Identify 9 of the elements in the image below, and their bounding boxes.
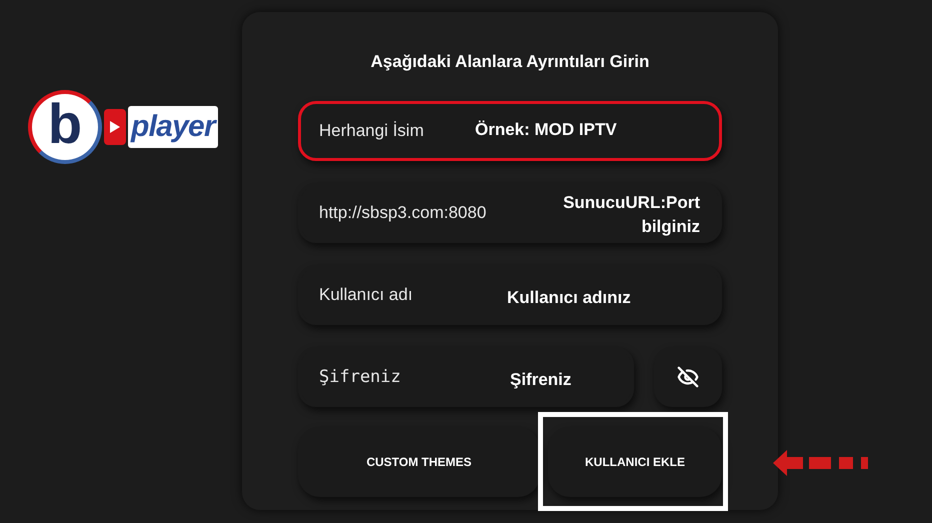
eye-off-icon: [677, 366, 699, 388]
app-logo: b player: [28, 90, 242, 164]
annotation-text: Şifreniz: [510, 369, 572, 391]
annotation-text: Kullanıcı adınız: [507, 287, 631, 309]
action-button[interactable]: CUSTOM THEMES: [298, 427, 540, 497]
action-button[interactable]: KULLANICI EKLE: [548, 427, 722, 497]
form-title: Aşağıdaki Alanlara Ayrıntıları Girin: [370, 51, 650, 73]
annotation-text: SunucuURL:Port bilginiz: [562, 192, 700, 238]
annotation-text: Örnek: MOD IPTV: [475, 119, 617, 141]
